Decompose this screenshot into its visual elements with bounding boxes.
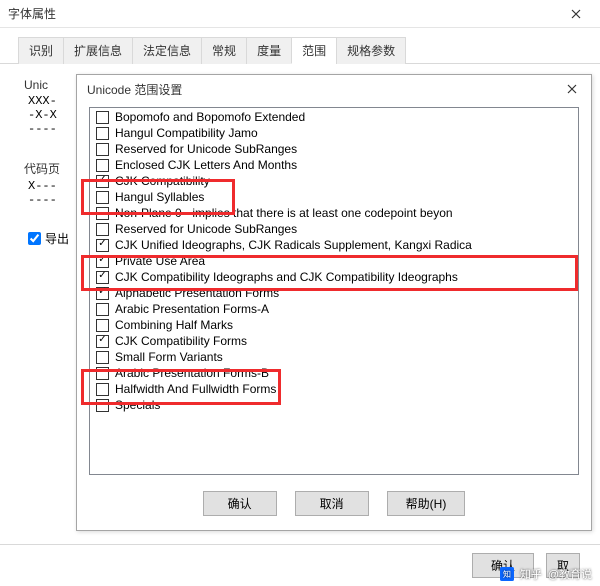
modal-title: Unicode 范围设置 bbox=[87, 81, 182, 98]
range-item-label: Hangul Compatibility Jamo bbox=[115, 126, 258, 140]
range-item[interactable]: Hangul Compatibility Jamo bbox=[90, 125, 578, 141]
range-item[interactable]: CJK Compatibility Forms bbox=[90, 333, 578, 349]
range-item[interactable]: Hangul Syllables bbox=[90, 189, 578, 205]
tab-0[interactable]: 识别 bbox=[18, 37, 64, 64]
range-item[interactable]: CJK Compatibility bbox=[90, 173, 578, 189]
checkbox-icon[interactable] bbox=[96, 223, 109, 236]
range-item[interactable]: Alphabetic Presentation Forms bbox=[90, 285, 578, 301]
checkbox-icon[interactable] bbox=[96, 319, 109, 332]
checkbox-icon[interactable] bbox=[96, 383, 109, 396]
export-label: 导出 bbox=[45, 230, 69, 247]
checkbox-icon[interactable] bbox=[96, 287, 109, 300]
tab-6[interactable]: 规格参数 bbox=[336, 37, 406, 64]
range-item-label: Reserved for Unicode SubRanges bbox=[115, 222, 297, 236]
export-checkbox[interactable] bbox=[28, 232, 41, 245]
checkbox-icon[interactable] bbox=[96, 159, 109, 172]
tab-bar: 识别扩展信息法定信息常规度量范围规格参数 bbox=[0, 28, 600, 64]
range-item-label: CJK Unified Ideographs, CJK Radicals Sup… bbox=[115, 238, 472, 252]
modal-cancel-button[interactable]: 取消 bbox=[295, 491, 369, 516]
range-item-label: Reserved for Unicode SubRanges bbox=[115, 142, 297, 156]
checkbox-icon[interactable] bbox=[96, 399, 109, 412]
range-item[interactable]: Private Use Area bbox=[90, 253, 578, 269]
tab-3[interactable]: 常规 bbox=[201, 37, 247, 64]
checkbox-icon[interactable] bbox=[96, 175, 109, 188]
range-item[interactable]: Reserved for Unicode SubRanges bbox=[90, 221, 578, 237]
zhihu-icon: 知 bbox=[500, 567, 514, 581]
checkbox-icon[interactable] bbox=[96, 143, 109, 156]
range-item-label: Arabic Presentation Forms-B bbox=[115, 366, 269, 380]
checkbox-icon[interactable] bbox=[96, 335, 109, 348]
range-item[interactable]: CJK Unified Ideographs, CJK Radicals Sup… bbox=[90, 237, 578, 253]
svg-text:知: 知 bbox=[503, 569, 511, 579]
range-item-label: Small Form Variants bbox=[115, 350, 223, 364]
range-item[interactable]: Halfwidth And Fullwidth Forms bbox=[90, 381, 578, 397]
range-item[interactable]: CJK Compatibility Ideographs and CJK Com… bbox=[90, 269, 578, 285]
parent-close-button[interactable] bbox=[560, 4, 592, 24]
range-item-label: CJK Compatibility Ideographs and CJK Com… bbox=[115, 270, 458, 284]
unicode-label: Unic bbox=[24, 78, 84, 92]
range-item[interactable]: Bopomofo and Bopomofo Extended bbox=[90, 109, 578, 125]
range-item-label: Hangul Syllables bbox=[115, 190, 204, 204]
checkbox-icon[interactable] bbox=[96, 239, 109, 252]
checkbox-icon[interactable] bbox=[96, 351, 109, 364]
modal-titlebar: Unicode 范围设置 bbox=[77, 75, 591, 103]
parent-titlebar: 字体属性 bbox=[0, 0, 600, 28]
modal-button-row: 确认 取消 帮助(H) bbox=[77, 485, 591, 530]
checkbox-icon[interactable] bbox=[96, 191, 109, 204]
checkbox-icon[interactable] bbox=[96, 111, 109, 124]
range-listbox[interactable]: Bopomofo and Bopomofo Extended Hangul Com… bbox=[89, 107, 579, 475]
range-item-label: Arabic Presentation Forms-A bbox=[115, 302, 269, 316]
range-item-label: Specials bbox=[115, 398, 160, 412]
range-item-label: CJK Compatibility Forms bbox=[115, 334, 247, 348]
modal-ok-button[interactable]: 确认 bbox=[203, 491, 277, 516]
tab-2[interactable]: 法定信息 bbox=[132, 37, 202, 64]
range-item[interactable]: Specials bbox=[90, 397, 578, 413]
tab-1[interactable]: 扩展信息 bbox=[63, 37, 133, 64]
modal-close-button[interactable] bbox=[559, 79, 585, 99]
checkbox-icon[interactable] bbox=[96, 127, 109, 140]
watermark-handle: @教育说 bbox=[548, 566, 592, 582]
range-item-label: Combining Half Marks bbox=[115, 318, 233, 332]
modal-help-button[interactable]: 帮助(H) bbox=[387, 491, 466, 516]
range-item-label: Enclosed CJK Letters And Months bbox=[115, 158, 297, 172]
codepage-label: 代码页 bbox=[24, 160, 84, 177]
range-item[interactable]: Arabic Presentation Forms-B bbox=[90, 365, 578, 381]
watermark-site: 知乎 bbox=[520, 566, 542, 582]
close-icon bbox=[571, 9, 581, 19]
checkbox-icon[interactable] bbox=[96, 271, 109, 284]
range-item-label: Private Use Area bbox=[115, 254, 205, 268]
range-item-label: Halfwidth And Fullwidth Forms bbox=[115, 382, 276, 396]
tab-4[interactable]: 度量 bbox=[246, 37, 292, 64]
close-icon bbox=[567, 84, 577, 94]
range-item-label: CJK Compatibility bbox=[115, 174, 210, 188]
watermark: 知 知乎 @教育说 bbox=[500, 566, 592, 582]
range-item-label: Bopomofo and Bopomofo Extended bbox=[115, 110, 305, 124]
checkbox-icon[interactable] bbox=[96, 303, 109, 316]
parent-title: 字体属性 bbox=[8, 5, 56, 22]
checkbox-icon[interactable] bbox=[96, 255, 109, 268]
checkbox-icon[interactable] bbox=[96, 207, 109, 220]
range-item[interactable]: Reserved for Unicode SubRanges bbox=[90, 141, 578, 157]
tab-5[interactable]: 范围 bbox=[291, 37, 337, 64]
range-item[interactable]: Small Form Variants bbox=[90, 349, 578, 365]
range-item[interactable]: Arabic Presentation Forms-A bbox=[90, 301, 578, 317]
unicode-range-dialog: Unicode 范围设置 Bopomofo and Bopomofo Exten… bbox=[76, 74, 592, 531]
range-item-label: Non-Plane 0 - implies that there is at l… bbox=[115, 206, 453, 220]
range-item[interactable]: Combining Half Marks bbox=[90, 317, 578, 333]
range-item[interactable]: Enclosed CJK Letters And Months bbox=[90, 157, 578, 173]
range-item[interactable]: Non-Plane 0 - implies that there is at l… bbox=[90, 205, 578, 221]
range-item-label: Alphabetic Presentation Forms bbox=[115, 286, 279, 300]
checkbox-icon[interactable] bbox=[96, 367, 109, 380]
